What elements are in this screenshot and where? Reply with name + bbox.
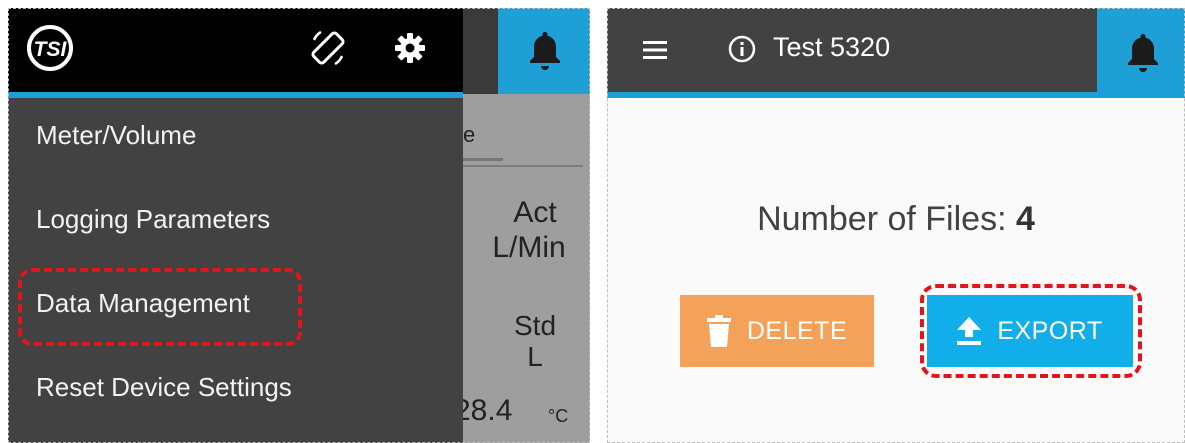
bell-icon: [530, 32, 560, 70]
temperature-unit: °C: [548, 406, 569, 426]
right-screenshot-panel: Test 5320 Number of Files: 4 DELETE EXPO…: [607, 8, 1185, 443]
act-unit: L/Min: [492, 231, 566, 264]
act-label: Act: [513, 196, 557, 229]
std-label: Std: [513, 310, 557, 341]
delete-button[interactable]: DELETE: [680, 295, 874, 367]
left-notification-button[interactable]: [498, 8, 590, 94]
data-management-highlight: [18, 268, 302, 346]
menu-icon[interactable]: [643, 40, 667, 60]
background-tab-fragment: e: [463, 122, 476, 147]
drawer-header: TSI: [8, 8, 463, 98]
background-tab-indicator: [463, 158, 503, 161]
rotate-icon[interactable]: [308, 28, 348, 68]
number-of-files: Number of Files: 4: [607, 200, 1185, 239]
drawer-accent-bar: [8, 92, 463, 98]
gear-icon[interactable]: [394, 32, 426, 64]
background-divider: [463, 165, 583, 167]
logo-text: TSI: [34, 38, 68, 61]
page-title: Test 5320: [773, 32, 891, 62]
menu-item-reset-device-settings[interactable]: Reset Device Settings: [36, 372, 292, 403]
std-unit: L: [527, 341, 543, 372]
export-highlight: [920, 284, 1142, 378]
files-label: Number of Files:: [757, 200, 1007, 238]
info-icon[interactable]: [727, 34, 757, 64]
tsi-logo-icon: TSI: [27, 25, 73, 71]
right-notification-button[interactable]: [1097, 8, 1185, 98]
menu-item-logging-parameters[interactable]: Logging Parameters: [36, 204, 270, 235]
menu-item-meter-volume[interactable]: Meter/Volume: [36, 120, 196, 151]
navigation-drawer: TSI Meter/Volume Logging Parameters Data…: [8, 8, 463, 443]
bell-icon: [1128, 34, 1158, 72]
app-bar-accent: [607, 92, 1097, 98]
delete-label: DELETE: [746, 316, 848, 345]
left-screenshot-panel: e Act L/Min Std L 28.4 °C TSI Meter/Volu…: [8, 8, 590, 443]
files-count: 4: [1015, 200, 1035, 238]
trash-icon: [706, 315, 731, 347]
